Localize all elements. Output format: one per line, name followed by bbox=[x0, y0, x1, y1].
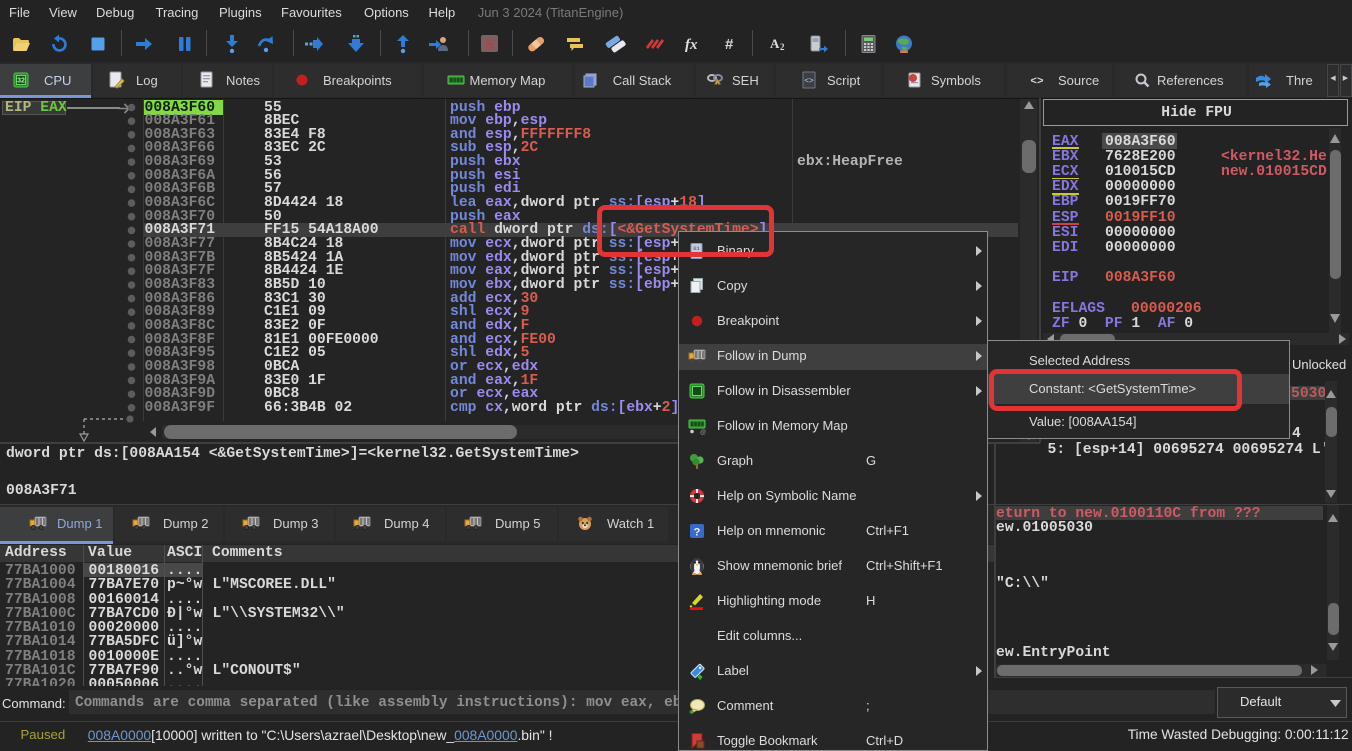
svg-text:fx: fx bbox=[685, 37, 698, 53]
svg-text:S: S bbox=[486, 38, 494, 53]
svg-text:#: # bbox=[725, 36, 734, 53]
svg-text:<>: <> bbox=[804, 77, 814, 86]
svg-text:<>: <> bbox=[1030, 76, 1044, 88]
svg-text:?: ? bbox=[694, 526, 701, 538]
svg-text:@: @ bbox=[700, 430, 706, 435]
svg-text:2: 2 bbox=[780, 42, 785, 52]
svg-text:A: A bbox=[770, 36, 780, 51]
